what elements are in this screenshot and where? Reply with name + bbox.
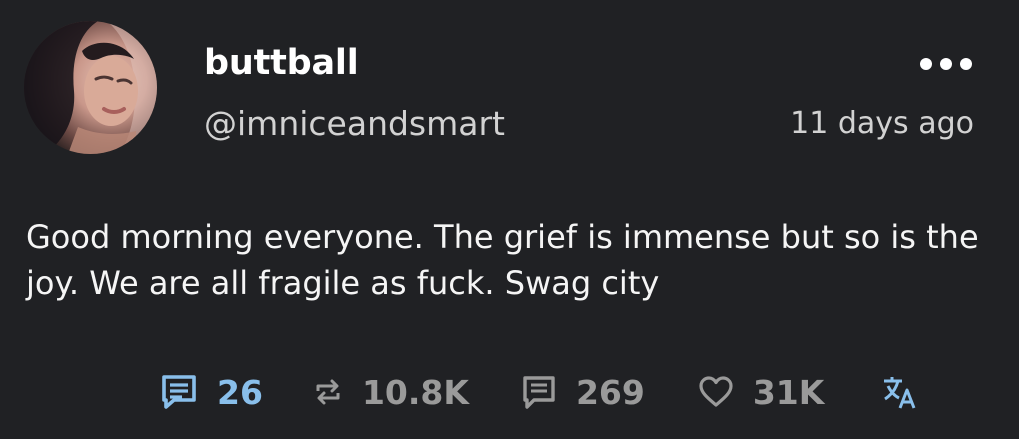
- post-text: Good morning everyone. The grief is imme…: [26, 218, 979, 302]
- comments-button[interactable]: 26: [160, 366, 263, 418]
- quotes-count: 269: [575, 372, 645, 412]
- more-dots-icon: [920, 58, 972, 70]
- translate-icon: [882, 374, 918, 410]
- post-actions-bar: 26 10.8K 269 31K: [160, 366, 918, 418]
- translate-button[interactable]: [882, 366, 918, 418]
- like-button[interactable]: 31K: [698, 366, 825, 418]
- heart-icon: [698, 375, 734, 409]
- comments-count: 26: [217, 372, 263, 412]
- reposts-count: 10.8K: [361, 372, 469, 412]
- post-card: buttball @imniceandsmart 11 days ago Goo…: [0, 0, 1019, 439]
- quote-button[interactable]: 269: [521, 366, 645, 418]
- repost-button[interactable]: 10.8K: [313, 366, 469, 418]
- avatar-photo: [24, 21, 157, 154]
- avatar[interactable]: [24, 21, 157, 154]
- quote-icon: [521, 374, 557, 410]
- likes-count: 31K: [752, 372, 825, 412]
- display-name[interactable]: buttball: [204, 40, 359, 86]
- post-timestamp: 11 days ago: [790, 106, 974, 141]
- comments-icon: [160, 373, 198, 411]
- user-handle[interactable]: @imniceandsmart: [204, 102, 505, 146]
- repost-icon: [313, 377, 343, 407]
- more-options-button[interactable]: [918, 48, 974, 80]
